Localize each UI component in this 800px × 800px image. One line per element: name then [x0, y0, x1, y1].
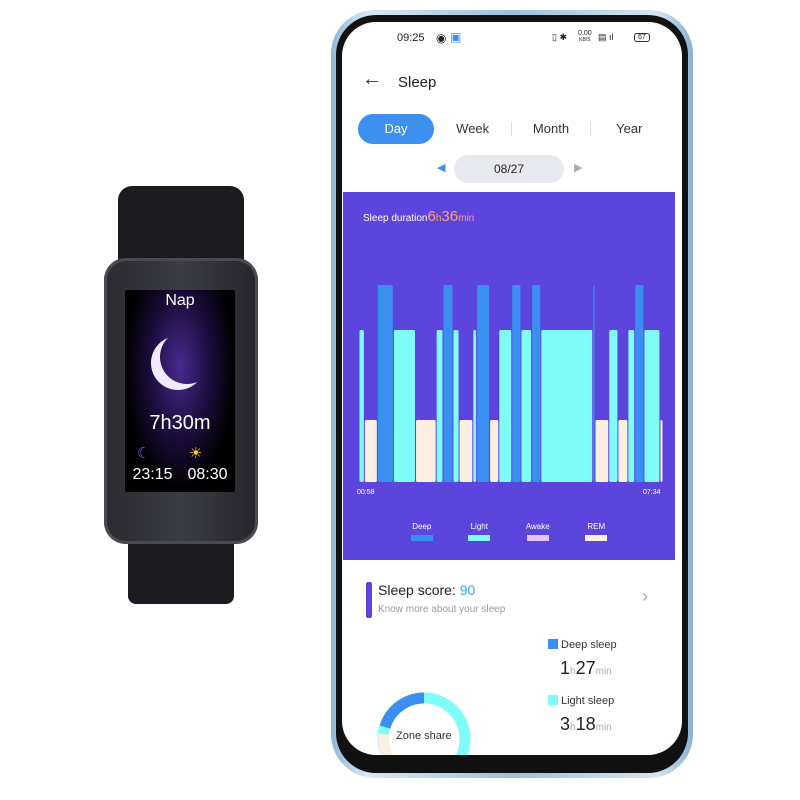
x-tick-end: 07:34	[643, 489, 661, 496]
zone-share-donut	[377, 692, 471, 755]
period-tabs: Day Week Month Year	[358, 114, 668, 144]
segment-light	[436, 330, 443, 482]
sun-icon: ☀	[189, 445, 203, 462]
segment-deep	[593, 285, 595, 482]
tab-month[interactable]: Month	[512, 114, 589, 144]
watch-title: Nap	[165, 292, 195, 309]
legend-label: Awake	[525, 522, 550, 531]
watch-duration: 7h30m	[149, 412, 211, 434]
legend-label: Deep	[412, 522, 432, 531]
tab-year[interactable]: Year	[591, 114, 668, 144]
watch-screen: Nap 7h30m ☾ ☀ 23:15 08:30	[125, 290, 235, 492]
legend-swatch	[585, 535, 608, 541]
speed-unit: KB/S	[579, 37, 591, 43]
network-speed: 0.00 KB/S	[578, 30, 592, 43]
legend-swatch	[526, 535, 549, 541]
segment-light	[644, 330, 660, 482]
hours: 3	[560, 714, 571, 734]
donut-label: Zone share	[396, 730, 452, 742]
legend-label: Light	[470, 522, 488, 531]
unit: min	[595, 666, 612, 677]
tab-week[interactable]: Week	[434, 114, 511, 144]
legend-rem: REM	[585, 522, 608, 541]
segment-deep	[443, 285, 453, 482]
speed-value: 0.00	[578, 30, 592, 37]
date-selector[interactable]: 08/27	[454, 155, 564, 183]
donut-deep	[379, 692, 425, 729]
minutes: 18	[575, 714, 596, 734]
tab-day[interactable]: Day	[358, 114, 434, 144]
segment-deep	[377, 285, 393, 482]
chevron-right-icon[interactable]: ›	[642, 586, 648, 607]
segment-light	[393, 330, 416, 482]
battery-icon: 67	[634, 33, 650, 42]
segment-deep	[477, 285, 490, 482]
vibrate-icon: ▯ ✱	[552, 32, 567, 42]
legend-swatch	[410, 535, 433, 541]
x-tick-start: 00:58	[357, 489, 375, 496]
segment-light	[359, 330, 364, 482]
arrow-left-icon[interactable]: ←	[362, 68, 382, 91]
segment-rem	[459, 420, 473, 482]
deep-swatch	[548, 639, 558, 649]
stat-deep-value: 1h27min	[560, 658, 612, 679]
bedtime: 23:15	[132, 466, 173, 483]
segment-deep	[512, 285, 521, 482]
score-subtitle: Know more about your sleep	[378, 604, 506, 615]
record-icon: ◉	[436, 31, 447, 45]
unit: min	[595, 722, 612, 733]
legend-swatch	[468, 535, 491, 541]
chart-legend: Deep Light Awake REM	[343, 522, 675, 541]
phone-screen: 09:25 ◉ ▣ ▯ ✱ 0.00 KB/S ▤ ıl 67 ← Sleep D…	[342, 22, 682, 755]
sleep-score[interactable]: Sleep score: 90	[378, 582, 475, 598]
signal-icon: ▤ ıl	[598, 32, 614, 42]
wake-time: 08:30	[187, 466, 228, 483]
moon-icon	[160, 330, 214, 384]
donut-rem	[378, 733, 393, 755]
stat-deep: Deep sleep	[548, 639, 617, 651]
legend-label: REM	[587, 522, 606, 531]
hours: 1	[560, 658, 571, 678]
legend-deep: Deep	[410, 522, 433, 541]
stat-light-value: 3h18min	[560, 714, 612, 735]
score-label: Sleep score:	[378, 582, 460, 598]
sleep-stage-chart	[359, 285, 663, 482]
minutes: 27	[575, 658, 596, 678]
legend-light: Light	[468, 522, 491, 541]
segment-rem	[490, 420, 499, 482]
segment-rem	[618, 420, 628, 482]
segment-light	[521, 330, 532, 482]
segment-deep	[532, 285, 541, 482]
segment-rem	[595, 420, 609, 482]
sleep-moon-icon: ☾	[137, 445, 151, 462]
page-title: Sleep	[398, 74, 437, 91]
segment-rem	[416, 420, 436, 482]
stat-label: Light sleep	[561, 695, 615, 707]
stat-light: Light sleep	[548, 695, 614, 707]
sleep-chart-card: Sleep duration6h36min 00:58 07:34 Deep L…	[343, 192, 675, 560]
stat-label: Deep sleep	[561, 639, 617, 651]
score-value: 90	[459, 582, 476, 598]
status-time: 09:25	[397, 32, 425, 44]
segment-light	[499, 330, 512, 482]
segment-light	[453, 330, 459, 482]
prev-date-icon[interactable]: ◀	[437, 161, 445, 174]
segment-deep	[635, 285, 644, 482]
segment-rem	[660, 420, 663, 482]
segment-rem	[364, 420, 377, 482]
segment-light	[541, 330, 593, 482]
next-date-icon[interactable]: ▶	[574, 161, 582, 174]
segment-light	[609, 330, 618, 482]
score-accent-bar	[366, 582, 372, 618]
legend-awake: Awake	[526, 522, 550, 541]
app-icon: ▣	[450, 30, 462, 44]
light-swatch	[548, 695, 558, 705]
segment-light	[473, 330, 477, 482]
segment-light	[628, 330, 635, 482]
